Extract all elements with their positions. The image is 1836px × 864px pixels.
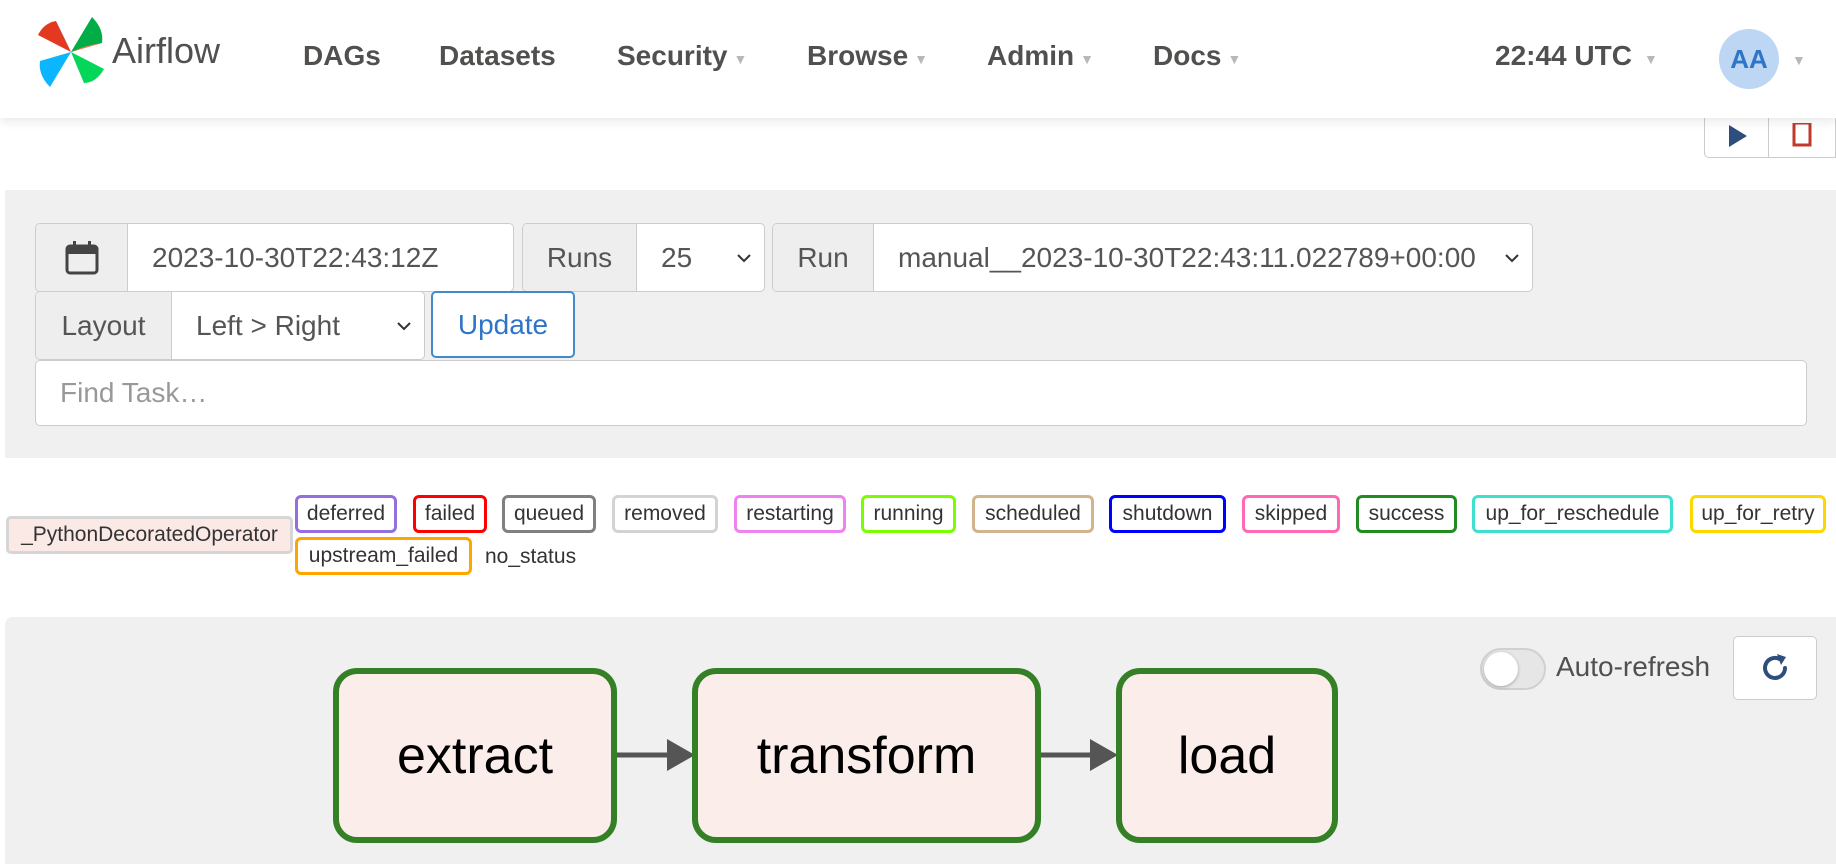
timezone-clock[interactable]: 22:44 UTC ▼ (1495, 40, 1658, 72)
run-label: Run (773, 224, 874, 291)
layout-select[interactable]: Left > Right (172, 292, 424, 359)
date-picker-group: 2023-10-30T22:43:12Z (35, 223, 514, 292)
nav-browse[interactable]: Browse ▼ (807, 40, 928, 72)
user-avatar[interactable]: AA (1719, 29, 1779, 89)
chevron-down-icon (397, 321, 411, 330)
runs-group: Runs 25 (522, 223, 765, 292)
state-legend-up-for-retry: up_for_retry (1690, 495, 1826, 533)
calendar-icon (65, 240, 98, 274)
state-legend-queued: queued (502, 495, 596, 533)
state-legend-no-status: no_status (485, 545, 577, 568)
run-group: Run manual__2023-10-30T22:43:11.022789+0… (772, 223, 1533, 292)
find-task-input[interactable]: Find Task… (35, 360, 1807, 426)
num-runs-select[interactable]: 25 (637, 224, 764, 291)
chevron-down-icon (1505, 253, 1519, 262)
trash-icon (1792, 123, 1812, 147)
auto-refresh-toggle[interactable] (1480, 648, 1546, 690)
toggle-knob (1484, 652, 1518, 686)
layout-label: Layout (36, 292, 172, 359)
chevron-down-icon (737, 253, 751, 262)
task-node-transform[interactable]: transform (692, 668, 1041, 843)
caret-down-icon[interactable]: ▼ (1792, 52, 1806, 68)
nav-admin[interactable]: Admin ▼ (987, 40, 1094, 72)
task-node-load[interactable]: load (1116, 668, 1338, 843)
state-legend-running: running (861, 495, 956, 533)
refresh-button[interactable] (1733, 636, 1817, 700)
state-legend-failed: failed (413, 495, 487, 533)
calendar-button[interactable] (36, 224, 128, 291)
state-legend-up-for-reschedule: up_for_reschedule (1472, 495, 1673, 533)
nav-docs[interactable]: Docs ▼ (1153, 40, 1241, 72)
play-icon (1728, 125, 1747, 147)
nav-datasets[interactable]: Datasets (439, 40, 556, 72)
refresh-icon (1763, 654, 1787, 680)
update-button[interactable]: Update (431, 291, 575, 358)
caret-down-icon: ▼ (914, 51, 929, 67)
airflow-logo[interactable] (34, 15, 108, 89)
caret-down-icon: ▼ (1227, 51, 1242, 67)
caret-down-icon: ▼ (1080, 51, 1094, 67)
dag-run-select[interactable]: manual__2023-10-30T22:43:11.022789+00:00 (874, 224, 1532, 291)
nav-security[interactable]: Security ▼ (617, 40, 747, 72)
state-legend-scheduled: scheduled (972, 495, 1094, 533)
state-legend-success: success (1356, 495, 1457, 533)
caret-down-icon: ▼ (733, 51, 748, 67)
state-legend-deferred: deferred (295, 495, 397, 533)
state-legend-shutdown: shutdown (1109, 495, 1226, 533)
brand-name[interactable]: Airflow (112, 30, 220, 72)
layout-group: Layout Left > Right (35, 291, 425, 360)
operator-legend-badge: _PythonDecoratedOperator (6, 516, 293, 554)
auto-refresh-label: Auto-refresh (1556, 651, 1711, 682)
nav-dags[interactable]: DAGs (303, 40, 381, 72)
task-node-extract[interactable]: extract (333, 668, 617, 843)
state-legend-restarting: restarting (734, 495, 846, 533)
caret-down-icon: ▼ (1643, 51, 1658, 67)
state-legend-upstream-failed: upstream_failed (295, 537, 472, 575)
navbar: Airflow DAGs Datasets Security ▼ Browse ▼ … (0, 0, 1836, 118)
execution-date-input[interactable]: 2023-10-30T22:43:12Z (128, 224, 513, 291)
state-legend-skipped: skipped (1242, 495, 1340, 533)
state-legend-removed: removed (612, 495, 718, 533)
runs-label: Runs (523, 224, 637, 291)
